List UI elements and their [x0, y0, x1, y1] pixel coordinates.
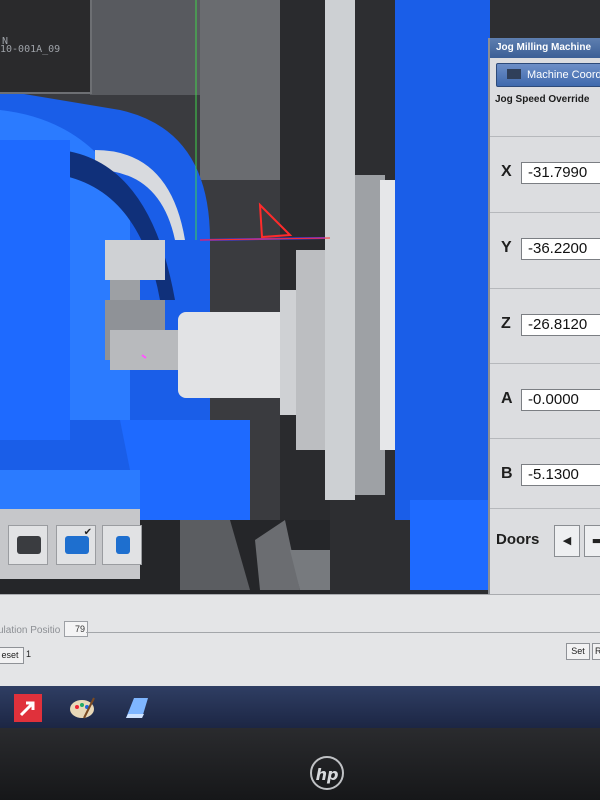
spindle-icon	[116, 536, 130, 554]
jog-speed-override-label: Jog Speed Override	[495, 94, 590, 105]
jog-milling-panel: Jog Milling Machine Machine Coord Jog Sp…	[488, 38, 600, 594]
monitor-bezel	[0, 728, 600, 800]
axis-row-a: A -0.0000	[490, 363, 600, 438]
axis-row-z: Z -26.8120	[490, 288, 600, 363]
axis-value-field[interactable]: -31.7990	[521, 162, 600, 184]
axis-label: X	[501, 163, 512, 180]
axis-value-field[interactable]: -36.2200	[521, 238, 600, 260]
panel-title: Jog Milling Machine	[490, 38, 600, 58]
doors-label: Doors	[496, 531, 540, 548]
simulation-position-label: ulation Positio	[0, 625, 61, 636]
machine-coord-label: Machine Coord	[527, 69, 600, 81]
axis-row-y: Y -36.2200	[490, 212, 600, 287]
axis-value-field[interactable]: -26.8120	[521, 314, 600, 336]
shortcut-icon[interactable]	[14, 694, 42, 722]
app-icon[interactable]	[122, 694, 150, 722]
simulation-position-slider[interactable]	[86, 626, 600, 633]
axis-label: Z	[501, 315, 511, 332]
axis-value-field[interactable]: -0.0000	[521, 389, 600, 411]
doors-row: Doors ◀ ▬	[490, 508, 600, 569]
tool-change-icon	[17, 536, 41, 554]
edge-button[interactable]: R	[592, 643, 600, 660]
spindle-button[interactable]	[102, 525, 142, 565]
reset-button[interactable]: eset	[0, 647, 24, 664]
simulation-position-field[interactable]: 79	[64, 621, 88, 637]
paint-icon[interactable]	[68, 694, 96, 722]
axis-row-b: B -5.1300	[490, 438, 600, 513]
machine-coord-tab[interactable]: Machine Coord	[496, 63, 600, 87]
reset-count: 1	[26, 649, 32, 659]
doors-close-button[interactable]: ▬	[584, 525, 600, 557]
info-line-2: 10-001A_09	[0, 44, 61, 55]
simulation-control-bar: ulation Positio 79 eset 1 Set R	[0, 594, 600, 687]
axis-row-x: X -31.7990	[490, 136, 600, 211]
check-icon: ✔	[83, 527, 92, 538]
axis-label: Y	[501, 239, 512, 256]
monitor-screen: N 10-001A_09 ✔ Jog Milling Machine Machi…	[0, 0, 600, 728]
fixture-button[interactable]: ✔	[56, 525, 96, 565]
axis-label: B	[501, 465, 513, 482]
axis-label: A	[501, 390, 513, 407]
axis-value-field[interactable]: -5.1300	[521, 464, 600, 486]
program-info-window: N 10-001A_09	[0, 0, 92, 94]
fixture-icon	[65, 536, 89, 554]
hp-logo-icon: hp	[310, 756, 344, 790]
set-button[interactable]: Set	[566, 643, 590, 660]
doors-open-button[interactable]: ◀	[554, 525, 580, 557]
tool-change-button[interactable]	[8, 525, 48, 565]
machine-icon	[507, 69, 521, 79]
